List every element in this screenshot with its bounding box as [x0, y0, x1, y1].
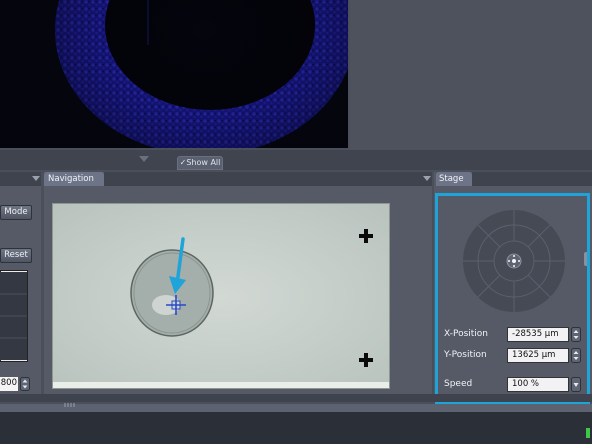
reset-button[interactable]: Reset — [0, 248, 32, 263]
plus-marker-icon — [359, 353, 373, 367]
plus-marker-icon — [359, 229, 373, 243]
stage-header-bar — [472, 172, 592, 186]
mode-button[interactable]: Mode — [0, 205, 32, 220]
slide-overview-image[interactable] — [52, 203, 390, 389]
microscope-image-viewer[interactable] — [0, 0, 348, 148]
annotation-arrow-icon — [169, 237, 186, 294]
stage-highlight-frame — [435, 193, 590, 404]
status-bar — [0, 412, 592, 444]
slide-map — [53, 204, 389, 388]
bottom-bar — [0, 394, 592, 402]
scroll-grip-icon[interactable] — [62, 402, 78, 408]
panel-splitter[interactable] — [0, 150, 592, 170]
dropdown-arrow-icon[interactable] — [423, 176, 431, 182]
collapse-arrow-icon[interactable] — [138, 155, 150, 163]
fluorescence-image — [0, 0, 348, 148]
histogram-grid — [0, 293, 27, 339]
navigation-header-bar — [104, 172, 432, 186]
status-indicator — [586, 428, 590, 438]
value-spinner-icon[interactable] — [20, 377, 30, 391]
tab-stage[interactable]: Stage — [436, 172, 472, 186]
show-all-toggle[interactable]: ✓Show All — [177, 156, 223, 170]
tab-navigation[interactable]: Navigation — [44, 172, 104, 186]
histogram-area[interactable] — [0, 272, 27, 360]
show-all-label: Show All — [186, 158, 221, 167]
dropdown-arrow-icon[interactable] — [32, 176, 40, 182]
horizontal-scrollbar[interactable] — [0, 404, 592, 412]
right-top-panel — [350, 0, 592, 150]
left-value-field[interactable]: 800 — [0, 377, 18, 391]
